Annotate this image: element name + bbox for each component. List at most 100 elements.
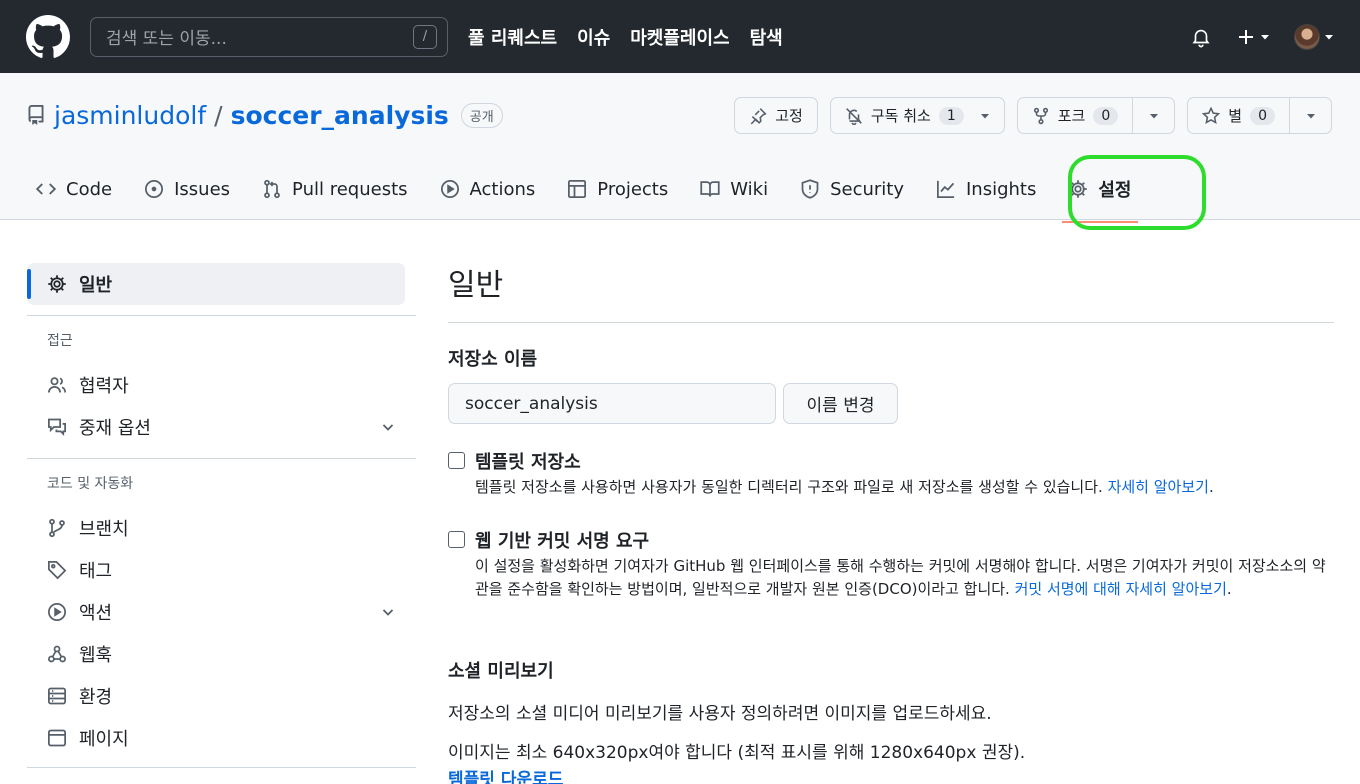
code-icon	[36, 183, 56, 195]
sidebar-item-label: 환경	[79, 687, 113, 708]
repo-owner-link[interactable]: jasminludolf	[54, 101, 206, 130]
sidebar-item-collaborators[interactable]: 협력자	[27, 364, 405, 406]
user-menu[interactable]	[1294, 23, 1334, 50]
pull-request-icon	[264, 179, 280, 199]
tab-issues[interactable]: Issues	[128, 166, 246, 212]
sidebar-item-general[interactable]: 일반	[27, 263, 405, 305]
pin-label: 고정	[775, 107, 803, 125]
tab-label: Projects	[597, 178, 669, 200]
plus-icon	[1239, 29, 1253, 44]
tab-label: Security	[830, 178, 904, 200]
table-icon	[568, 180, 587, 198]
chevron-down-icon	[1325, 34, 1333, 39]
unwatch-button[interactable]: 구독 취소 1	[829, 97, 1005, 134]
sidebar-item-label: 브랜치	[79, 519, 129, 540]
repo-name-link[interactable]: soccer_analysis	[231, 101, 449, 130]
template-repo-checkbox[interactable]	[448, 452, 465, 469]
sidebar-divider	[27, 458, 416, 459]
book-icon	[700, 181, 720, 197]
sidebar-item-label: 페이지	[79, 729, 129, 750]
tab-projects[interactable]: Projects	[551, 166, 684, 212]
browser-icon	[48, 729, 66, 747]
signoff-learn-more-link[interactable]: 커밋 서명에 대해 자세히 알아보기	[1015, 580, 1227, 598]
learn-more-link[interactable]: 자세히 알아보기	[1108, 478, 1209, 496]
fork-button-group: 포크 0	[1016, 97, 1176, 134]
sidebar-item-moderation[interactable]: 중재 옵션	[27, 406, 405, 448]
tab-label: Insights	[966, 178, 1037, 200]
template-repo-title: 템플릿 저장소	[475, 452, 581, 473]
sidebar-item-webhooks[interactable]: 웹훅	[27, 633, 405, 675]
settings-page: 일반 접근 협력자 중재 옵션 코드 및 자동화 브랜치 태그 액션 웹훅 환경…	[0, 220, 1360, 784]
global-header: 검색 또는 이동... / 풀 리퀘스트 이슈 마켓플레이스 탐색	[0, 0, 1360, 73]
fork-icon	[1033, 107, 1048, 124]
tab-security[interactable]: Security	[784, 166, 920, 212]
search-shortcut-key: /	[413, 24, 437, 49]
bell-icon[interactable]	[1190, 26, 1212, 48]
fork-dropdown[interactable]	[1132, 98, 1174, 133]
tab-pull-requests[interactable]: Pull requests	[246, 166, 423, 212]
tab-label: Wiki	[730, 178, 769, 200]
star-dropdown[interactable]	[1289, 98, 1331, 133]
server-icon	[48, 687, 66, 705]
pin-button[interactable]: 고정	[734, 97, 818, 134]
tab-wiki[interactable]: Wiki	[684, 166, 784, 212]
rename-button[interactable]: 이름 변경	[783, 383, 898, 424]
sidebar-divider	[27, 315, 416, 316]
sidebar-section-code: 코드 및 자동화	[47, 476, 134, 492]
fork-label: 포크	[1057, 107, 1086, 125]
fork-button[interactable]: 포크 0	[1018, 98, 1133, 133]
download-template-link[interactable]: 템플릿 다운로드	[448, 765, 1334, 784]
social-preview-section: 소셜 미리보기 저장소의 소셜 미디어 미리보기를 사용자 정의하려면 이미지를…	[448, 657, 1334, 784]
tab-label: Pull requests	[292, 178, 408, 200]
tab-label: Actions	[469, 178, 536, 200]
tab-actions[interactable]: Actions	[424, 166, 552, 212]
nav-issues[interactable]: 이슈	[577, 24, 610, 50]
sidebar-item-pages[interactable]: 페이지	[27, 717, 405, 759]
nav-pull-requests[interactable]: 풀 리퀘스트	[468, 24, 557, 50]
tab-label: Code	[66, 178, 113, 200]
sidebar-item-label: 웹훅	[79, 645, 113, 666]
play-icon	[48, 603, 66, 621]
people-icon	[48, 377, 66, 393]
create-new-button[interactable]	[1236, 27, 1270, 47]
sidebar-item-environments[interactable]: 환경	[27, 675, 405, 717]
watch-label: 구독 취소	[870, 107, 931, 125]
signoff-title: 웹 기반 커밋 서명 요구	[475, 531, 650, 552]
sidebar-item-actions[interactable]: 액션	[27, 591, 405, 633]
sidebar-item-tags[interactable]: 태그	[27, 549, 405, 591]
header-actions	[1190, 23, 1334, 50]
template-repo-description: 템플릿 저장소를 사용하면 사용자가 동일한 디렉터리 구조와 파일로 새 저장…	[475, 476, 1214, 499]
tab-code[interactable]: Code	[36, 166, 128, 212]
graph-icon	[937, 180, 955, 198]
star-button[interactable]: 별 0	[1188, 98, 1289, 133]
repo-separator: /	[214, 100, 223, 130]
pin-icon	[750, 107, 767, 124]
global-nav: 풀 리퀘스트 이슈 마켓플레이스 탐색	[468, 24, 783, 50]
star-button-group: 별 0	[1187, 97, 1332, 134]
search-input[interactable]: 검색 또는 이동... /	[90, 16, 448, 57]
nav-explore[interactable]: 탐색	[750, 24, 783, 50]
chevron-down-icon	[1261, 34, 1269, 39]
star-label: 별	[1228, 107, 1243, 125]
play-icon	[440, 180, 459, 198]
tab-insights[interactable]: Insights	[920, 166, 1052, 212]
watch-count: 1	[938, 106, 964, 125]
repo-tabs: Code Issues Pull requests Actions Projec…	[36, 166, 1148, 223]
sidebar-item-label: 액션	[79, 603, 113, 624]
social-preview-size-note: 이미지는 최소 640x320px여야 합니다 (최적 표시를 위해 1280x…	[448, 743, 1026, 763]
settings-content: 일반 저장소 이름 soccer_analysis 이름 변경 템플릿 저장소 …	[416, 220, 1334, 784]
social-preview-title: 소셜 미리보기	[448, 661, 554, 682]
page-title: 일반	[448, 260, 1334, 323]
tab-label: Issues	[174, 178, 231, 200]
fork-count: 0	[1093, 106, 1119, 125]
sidebar-item-branches[interactable]: 브랜치	[27, 507, 405, 549]
github-logo-icon[interactable]	[26, 14, 70, 59]
description-text: 템플릿 저장소를 사용하면 사용자가 동일한 디렉터리 구조와 파일로 새 저장…	[475, 478, 1108, 496]
nav-marketplace[interactable]: 마켓플레이스	[630, 24, 729, 50]
repo-title: jasminludolf / soccer_analysis 공개	[26, 100, 503, 130]
signoff-checkbox[interactable]	[448, 531, 465, 548]
sidebar-item-label: 협력자	[79, 376, 129, 397]
repo-name-input[interactable]: soccer_analysis	[448, 383, 776, 424]
rename-row: soccer_analysis 이름 변경	[448, 383, 1334, 424]
settings-sidebar: 일반 접근 협력자 중재 옵션 코드 및 자동화 브랜치 태그 액션 웹훅 환경…	[0, 220, 416, 784]
